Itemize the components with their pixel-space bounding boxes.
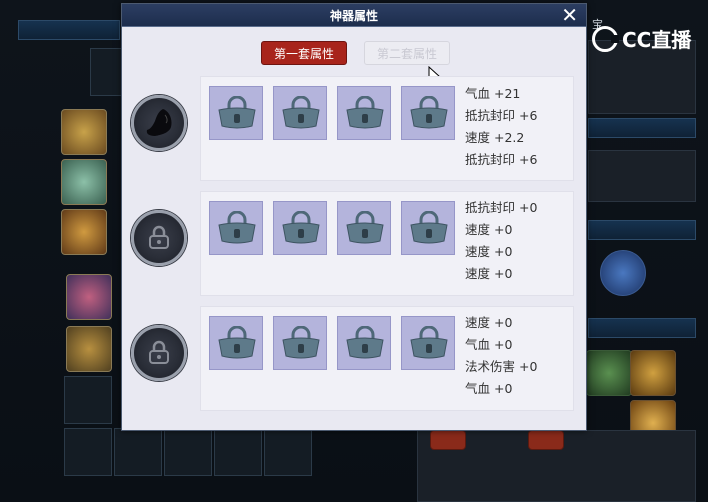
lock-icon [282, 326, 320, 359]
locked-slot[interactable] [337, 86, 391, 140]
bg-header-bar [588, 318, 696, 338]
stat-line: 气血 +21 [465, 86, 521, 101]
artifact-attributes-dialog: 神器属性 ✕ 第一套属性 第二套属性 气血 +21 抵抗封印 +6 速度 +2.… [121, 3, 587, 431]
locked-slot[interactable] [337, 316, 391, 370]
dialog-titlebar[interactable]: 神器属性 ✕ [122, 4, 586, 27]
cc-logo-icon [592, 25, 619, 52]
artifact-silhouette-icon [146, 109, 172, 136]
locked-slot[interactable] [401, 201, 455, 255]
bg-item-icon [528, 430, 564, 450]
lock-icon [346, 326, 384, 359]
bg-inventory-slot [64, 428, 112, 476]
stat-line: 抵抗封印 +6 [465, 108, 538, 123]
locked-slot[interactable] [273, 86, 327, 140]
bg-panel [588, 150, 696, 202]
bg-item-icon [61, 209, 107, 255]
bg-item-icon [630, 350, 676, 396]
dialog-title: 神器属性 [329, 9, 378, 23]
stat-line: 法术伤害 +0 [465, 359, 538, 374]
bg-inventory-slot [64, 376, 112, 424]
locked-slot[interactable] [401, 316, 455, 370]
lock-icon [410, 326, 448, 359]
bg-item-icon [61, 159, 107, 205]
lock-icon [346, 96, 384, 129]
bg-item-icon [586, 350, 632, 396]
stat-line: 气血 +0 [465, 337, 513, 352]
tab-second-set[interactable]: 第二套属性 [364, 41, 450, 65]
bg-item-icon [66, 326, 112, 372]
locked-slot[interactable] [401, 86, 455, 140]
bg-item-icon [600, 250, 646, 296]
bg-header-bar [18, 20, 120, 40]
lock-icon [218, 96, 256, 129]
stats-list: 气血 +21 抵抗封印 +6 速度 +2.2 抵抗封印 +6 [465, 83, 585, 171]
locked-slot[interactable] [209, 316, 263, 370]
watermark-text: CC直播 [622, 28, 692, 52]
bg-item-icon [430, 430, 466, 450]
stat-line: 抵抗封印 +6 [465, 152, 538, 167]
locked-slot[interactable] [209, 86, 263, 140]
lock-icon [149, 225, 169, 249]
lock-icon [282, 211, 320, 244]
stats-list: 速度 +0 气血 +0 法术伤害 +0 气血 +0 [465, 312, 585, 400]
stat-line: 速度 +0 [465, 315, 513, 330]
bg-inventory-slot [264, 428, 312, 476]
lock-icon [282, 96, 320, 129]
stat-line: 气血 +0 [465, 381, 513, 396]
stats-list: 抵抗封印 +0 速度 +0 速度 +0 速度 +0 [465, 197, 585, 285]
stat-line: 速度 +0 [465, 244, 513, 259]
lock-icon [218, 211, 256, 244]
lock-icon [149, 340, 169, 364]
locked-slot[interactable] [273, 201, 327, 255]
bg-inventory-slot [164, 428, 212, 476]
artifact-orb[interactable] [131, 210, 187, 266]
tab-first-set[interactable]: 第一套属性 [261, 41, 347, 65]
stat-line: 抵抗封印 +0 [465, 200, 538, 215]
close-button[interactable]: ✕ [561, 4, 578, 26]
lock-icon [346, 211, 384, 244]
stat-line: 速度 +0 [465, 222, 513, 237]
locked-slot[interactable] [273, 316, 327, 370]
bg-item-icon [66, 274, 112, 320]
stat-line: 速度 +2.2 [465, 130, 525, 145]
locked-slot[interactable] [209, 201, 263, 255]
artifact-orb[interactable] [131, 325, 187, 381]
bg-header-bar [588, 118, 696, 138]
bg-inventory-slot [114, 428, 162, 476]
lock-icon [410, 211, 448, 244]
artifact-orb[interactable] [131, 95, 187, 151]
bg-inventory-slot [214, 428, 262, 476]
bg-item-icon [61, 109, 107, 155]
stat-line: 速度 +0 [465, 266, 513, 281]
lock-icon [218, 326, 256, 359]
locked-slot[interactable] [337, 201, 391, 255]
lock-icon [410, 96, 448, 129]
watermark: CC直播 [592, 24, 691, 53]
bg-header-bar [588, 220, 696, 240]
